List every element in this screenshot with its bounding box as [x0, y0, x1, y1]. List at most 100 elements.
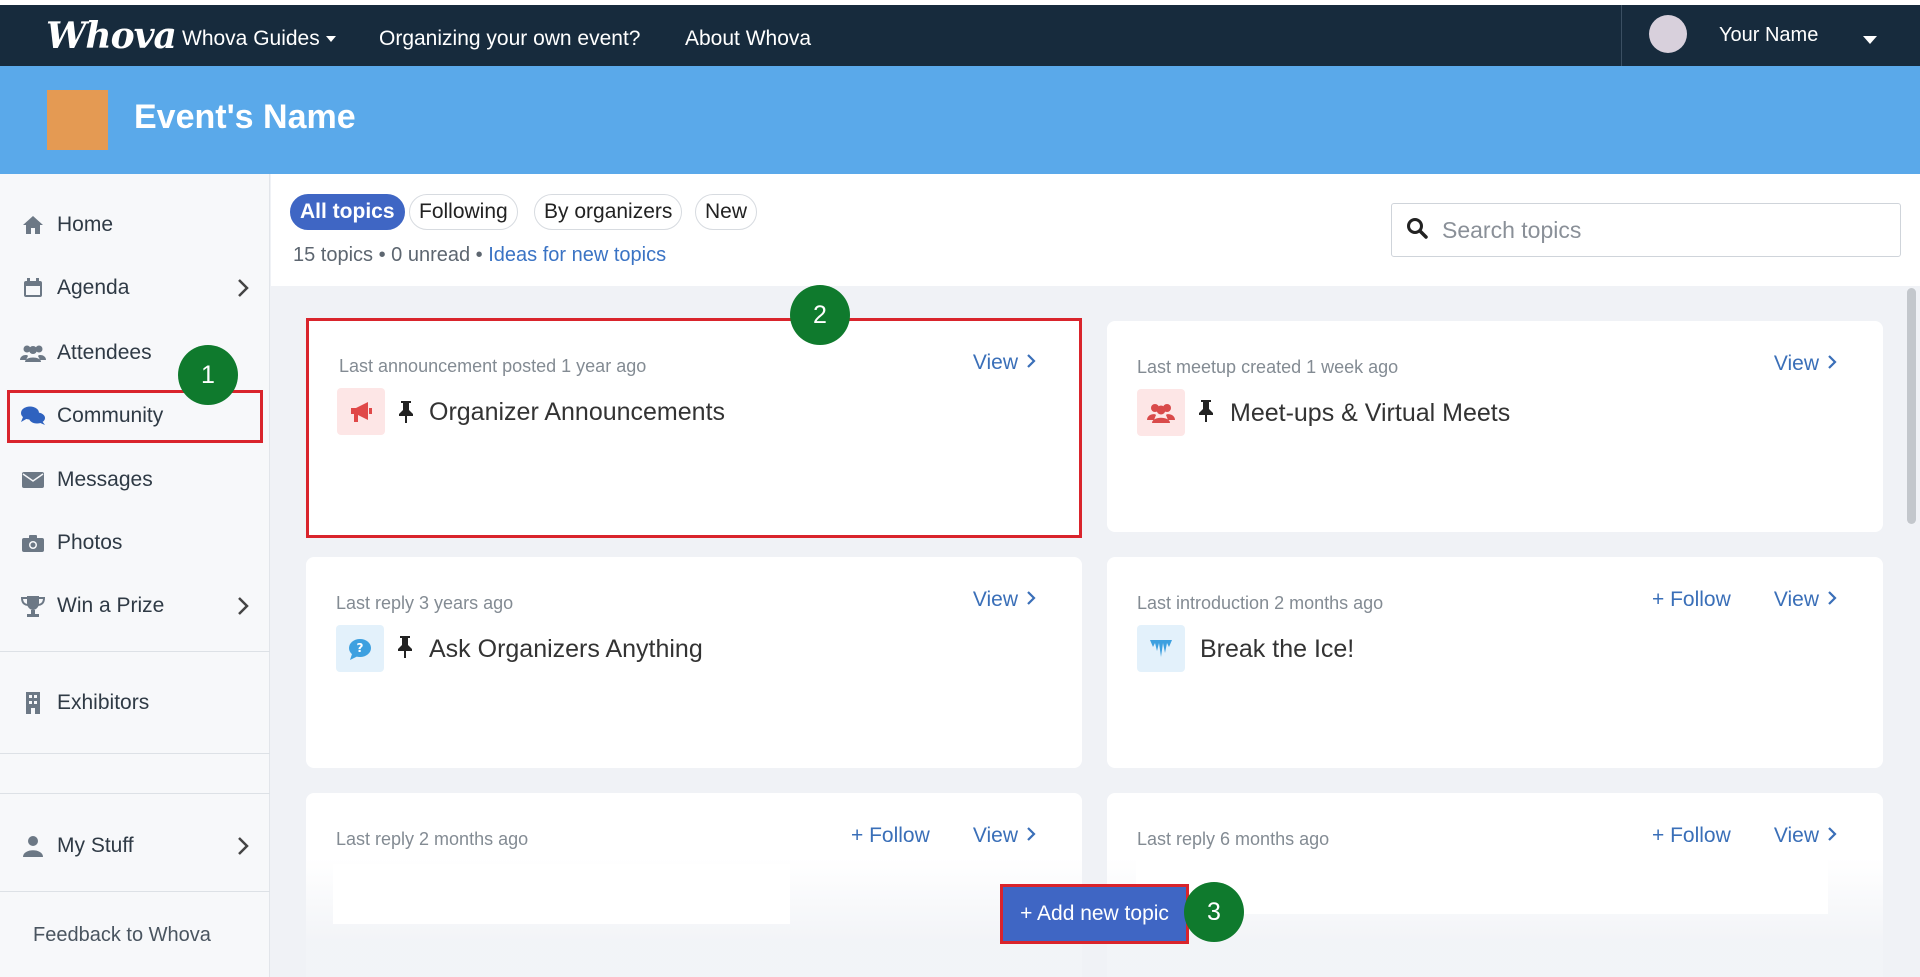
view-label: View — [1773, 588, 1819, 611]
follow-button[interactable]: + Follow — [1652, 824, 1731, 848]
view-button[interactable]: View — [973, 824, 1036, 848]
view-label: View — [972, 824, 1018, 847]
building-icon — [20, 690, 46, 716]
sidebar-item-label: Home — [57, 213, 114, 236]
sidebar-item-win-a-prize[interactable]: Win a Prize — [20, 586, 250, 626]
view-label: View — [972, 588, 1018, 611]
view-button[interactable]: View — [1774, 352, 1837, 376]
user-icon — [20, 833, 46, 859]
event-name: Event's Name — [134, 98, 356, 136]
group-icon — [1137, 389, 1185, 436]
question-bubble-icon: ? — [336, 625, 384, 672]
follow-button[interactable]: + Follow — [851, 824, 930, 848]
view-label: View — [1773, 352, 1819, 375]
svg-text:?: ? — [357, 641, 364, 655]
scrollbar-thumb[interactable] — [1907, 288, 1916, 524]
chevron-right-icon — [1827, 588, 1837, 612]
sidebar-item-label: Photos — [57, 531, 123, 554]
ideas-link[interactable]: Ideas for new topics — [488, 244, 666, 266]
chevron-right-icon — [236, 595, 250, 623]
caret-down-icon — [325, 36, 336, 43]
event-banner: Event's Name — [0, 66, 1920, 174]
search-input[interactable] — [1442, 216, 1882, 244]
camera-icon — [20, 530, 46, 556]
sidebar-item-home[interactable]: Home — [20, 205, 250, 245]
card-meta: Last reply 2 months ago — [336, 829, 529, 849]
nav-about-whova[interactable]: About Whova — [685, 27, 811, 51]
view-label: View — [972, 351, 1018, 374]
card-title: Meet-ups & Virtual Meets — [1230, 399, 1511, 427]
card-meta: Last meetup created 1 week ago — [1137, 357, 1399, 377]
sidebar-item-label: Agenda — [57, 276, 130, 299]
sidebar-item-label: Exhibitors — [57, 691, 150, 714]
sidebar-item-exhibitors[interactable]: Exhibitors — [20, 683, 250, 723]
nav-divider — [1621, 5, 1622, 66]
tab-new[interactable]: New — [695, 194, 758, 230]
sidebar-item-label: Attendees — [57, 341, 152, 364]
pin-icon — [397, 400, 415, 429]
user-menu-caret-icon[interactable] — [1863, 36, 1877, 44]
tab-all-topics[interactable]: All topics — [290, 194, 405, 230]
avatar[interactable] — [1649, 15, 1687, 53]
chevron-right-icon — [1026, 351, 1036, 375]
view-button[interactable]: View — [973, 588, 1036, 612]
top-navbar: Whova Whova Guides Organizing your own e… — [0, 0, 1920, 66]
feedback-link[interactable]: Feedback to Whova — [33, 924, 211, 947]
card-title: Organizer Announcements — [429, 398, 726, 426]
sidebar-divider — [0, 891, 270, 892]
trophy-icon — [20, 593, 46, 619]
sidebar-item-label: My Stuff — [57, 834, 134, 857]
topic-card-break-the-ice[interactable]: Last introduction 2 months ago + Follow … — [1107, 557, 1883, 768]
nav-whova-guides[interactable]: Whova Guides — [182, 27, 336, 51]
sidebar-item-photos[interactable]: Photos — [20, 523, 250, 563]
view-button[interactable]: View — [1774, 824, 1837, 848]
card-meta: Last reply 6 months ago — [1137, 829, 1330, 849]
topic-counts: 15 topics • 0 unread • Ideas for new top… — [293, 244, 666, 267]
event-logo — [47, 90, 108, 150]
card-meta: Last reply 3 years ago — [336, 593, 514, 613]
follow-button[interactable]: + Follow — [1652, 588, 1731, 612]
redacted-block — [333, 864, 790, 924]
card-title: Ask Organizers Anything — [429, 635, 703, 663]
sidebar: Home Agenda Attendees Community Messages… — [0, 174, 270, 977]
topics-header: All topics Following By organizers New 1… — [271, 174, 1920, 286]
sidebar-item-my-stuff[interactable]: My Stuff — [20, 826, 250, 866]
chevron-right-icon — [1827, 352, 1837, 376]
user-name[interactable]: Your Name — [1719, 24, 1818, 47]
whova-logo[interactable]: Whova — [46, 15, 177, 57]
chevron-right-icon — [236, 277, 250, 305]
view-label: View — [1773, 824, 1819, 847]
sidebar-item-label: Win a Prize — [57, 594, 165, 617]
sidebar-item-agenda[interactable]: Agenda — [20, 268, 250, 308]
users-icon — [20, 340, 46, 366]
search-icon — [1406, 217, 1428, 244]
calendar-icon — [20, 275, 46, 301]
step-badge-1: 1 — [178, 345, 238, 405]
nav-whova-guides-label: Whova Guides — [182, 27, 320, 50]
search-box[interactable] — [1391, 203, 1901, 257]
home-icon — [20, 212, 46, 238]
chevron-right-icon — [236, 835, 250, 863]
sidebar-divider — [0, 793, 270, 794]
nav-organizing-event[interactable]: Organizing your own event? — [379, 27, 641, 51]
view-button[interactable]: View — [973, 351, 1036, 375]
topic-counts-text: 15 topics • 0 unread • — [293, 244, 483, 266]
chevron-right-icon — [1026, 824, 1036, 848]
add-new-topic-button[interactable]: + Add new topic — [1000, 884, 1189, 944]
tab-by-organizers[interactable]: By organizers — [534, 194, 683, 230]
icicle-icon — [1137, 625, 1185, 672]
chevron-right-icon — [1026, 588, 1036, 612]
pin-icon — [1197, 399, 1215, 428]
megaphone-icon — [337, 388, 385, 435]
tab-following[interactable]: Following — [409, 194, 518, 230]
card-title: Break the Ice! — [1200, 635, 1355, 663]
step-badge-3: 3 — [1184, 882, 1244, 942]
envelope-icon — [20, 467, 46, 493]
topic-card-organizer-announcements[interactable]: Last announcement posted 1 year ago View… — [306, 318, 1082, 538]
chevron-right-icon — [1827, 824, 1837, 848]
topic-card-ask-organizers[interactable]: Last reply 3 years ago View ? Ask Organi… — [306, 557, 1082, 768]
sidebar-item-label: Messages — [57, 468, 153, 491]
sidebar-item-messages[interactable]: Messages — [20, 460, 250, 500]
topic-card-meetups[interactable]: Last meetup created 1 week ago View Meet… — [1107, 321, 1883, 532]
view-button[interactable]: View — [1774, 588, 1837, 612]
